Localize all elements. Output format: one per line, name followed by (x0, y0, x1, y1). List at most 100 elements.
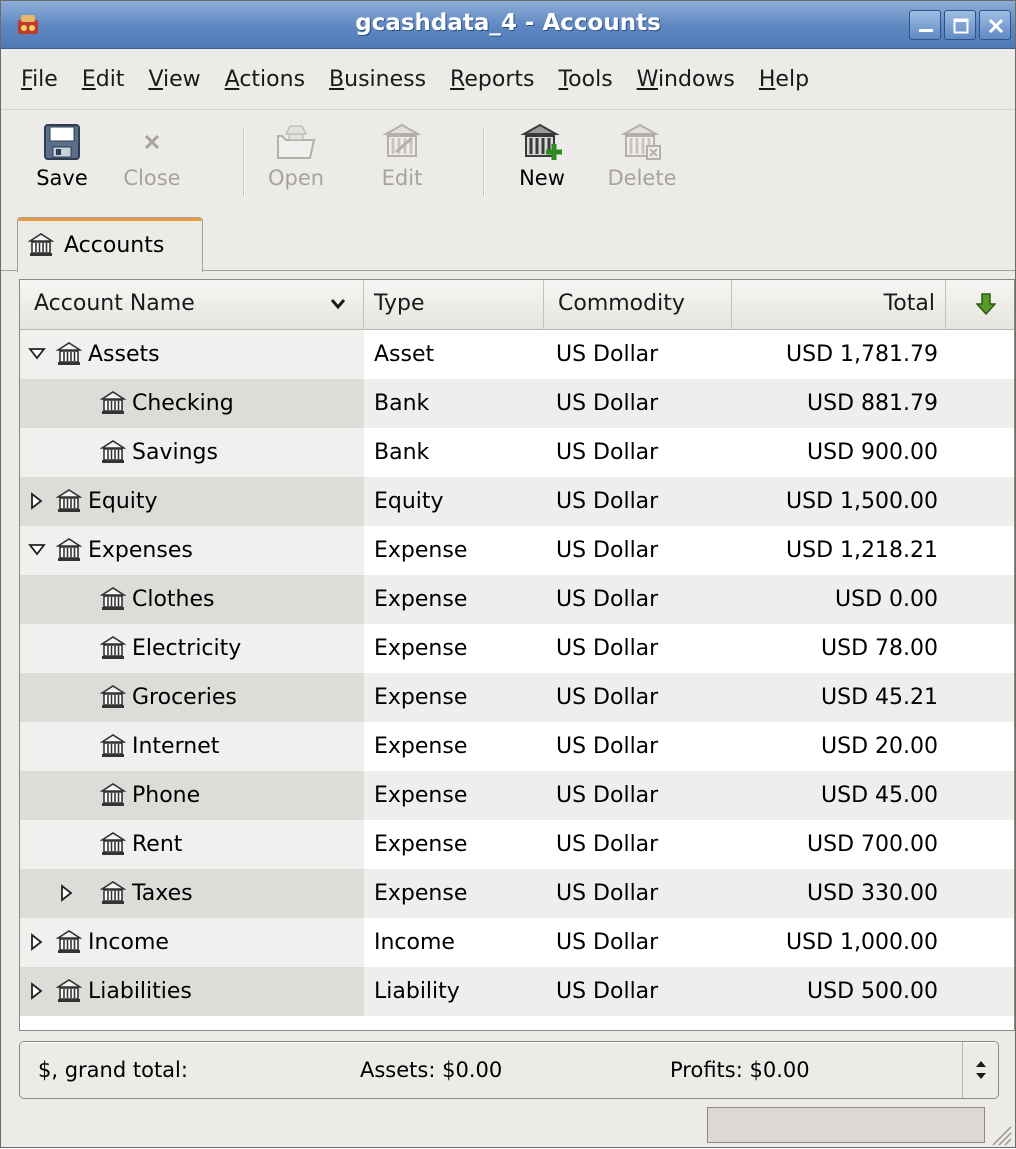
bank-icon (100, 881, 126, 904)
resize-grip-icon[interactable] (987, 1121, 1013, 1147)
column-header-type[interactable]: Type (364, 280, 544, 330)
delete-button[interactable]: Delete (597, 118, 687, 206)
column-total-label: Total (883, 291, 935, 316)
column-chooser-button[interactable] (946, 280, 1014, 330)
table-row[interactable]: Rent Expense US Dollar USD 700.00 (20, 820, 1014, 869)
account-name: Phone (132, 783, 201, 808)
collapsed-triangle-icon[interactable] (28, 981, 46, 1001)
floppy-disk-icon (44, 124, 80, 160)
menu-file[interactable]: File (9, 67, 70, 92)
close-button[interactable]: Close (107, 118, 197, 206)
menu-reports[interactable]: Reports (438, 67, 546, 92)
collapsed-triangle-icon[interactable] (28, 491, 46, 511)
account-name-cell[interactable]: Assets (20, 330, 364, 379)
menu-actions-label: ctions (239, 66, 306, 92)
bank-icon (56, 930, 82, 953)
account-tree[interactable]: Account Name Type Commodity Total Assets… (19, 279, 1015, 1031)
edit-button[interactable]: Edit (357, 118, 447, 206)
menu-edit[interactable]: Edit (70, 67, 137, 92)
close-window-button[interactable] (979, 10, 1011, 40)
table-row[interactable]: Expenses Expense US Dollar USD 1,218.21 (20, 526, 1014, 575)
account-type: Expense (374, 587, 468, 612)
summary-combo-button[interactable] (962, 1042, 998, 1098)
menu-windows[interactable]: Windows (625, 67, 747, 92)
minimize-button[interactable] (909, 10, 941, 40)
column-header-account-name[interactable]: Account Name (20, 280, 364, 330)
table-row[interactable]: Equity Equity US Dollar USD 1,500.00 (20, 477, 1014, 526)
account-name-cell[interactable]: Expenses (20, 526, 364, 575)
account-name-cell[interactable]: Phone (20, 771, 364, 820)
bank-icon (56, 489, 82, 512)
account-name: Checking (132, 391, 234, 416)
account-commodity: US Dollar (556, 734, 659, 759)
new-button[interactable]: New (497, 118, 587, 206)
title-bar[interactable]: gcashdata_4 - Accounts (1, 1, 1015, 49)
account-name: Clothes (132, 587, 215, 612)
menu-edit-label: dit (95, 66, 125, 92)
save-button[interactable]: Save (17, 118, 107, 206)
account-total: USD 330.00 (807, 881, 938, 906)
account-name-cell[interactable]: Rent (20, 820, 364, 869)
open-account-icon (277, 125, 316, 159)
menu-actions[interactable]: Actions (213, 67, 317, 92)
menu-view-label: iew (163, 66, 201, 92)
menu-edit-mnemonic: E (81, 66, 96, 92)
account-name-cell[interactable]: Checking (20, 379, 364, 428)
table-row[interactable]: Electricity Expense US Dollar USD 78.00 (20, 624, 1014, 673)
account-type: Expense (374, 685, 468, 710)
account-name-cell[interactable]: Internet (20, 722, 364, 771)
menu-business[interactable]: Business (317, 67, 438, 92)
table-row[interactable]: Internet Expense US Dollar USD 20.00 (20, 722, 1014, 771)
bank-icon (100, 685, 126, 708)
account-name-cell[interactable]: Equity (20, 477, 364, 526)
collapsed-triangle-icon[interactable] (58, 883, 76, 903)
account-name-cell[interactable]: Electricity (20, 624, 364, 673)
account-name: Savings (132, 440, 218, 465)
gnucash-window: gcashdata_4 - Accounts File Edit View Ac… (0, 0, 1016, 1148)
expanded-triangle-icon[interactable] (28, 540, 46, 560)
table-row[interactable]: Income Income US Dollar USD 1,000.00 (20, 918, 1014, 967)
menu-tools-label: ools (568, 66, 613, 92)
expanded-triangle-icon[interactable] (28, 344, 46, 364)
table-row[interactable]: Checking Bank US Dollar USD 881.79 (20, 379, 1014, 428)
account-name-cell[interactable]: Taxes (20, 869, 364, 918)
table-row[interactable]: Phone Expense US Dollar USD 45.00 (20, 771, 1014, 820)
menu-tools[interactable]: Tools (546, 67, 624, 92)
account-type: Expense (374, 636, 468, 661)
menu-help[interactable]: Help (747, 67, 821, 92)
account-type: Expense (374, 832, 468, 857)
menu-help-mnemonic: H (758, 66, 776, 92)
account-name-cell[interactable]: Income (20, 918, 364, 967)
account-name: Expenses (88, 538, 193, 563)
account-name-cell[interactable]: Groceries (20, 673, 364, 722)
account-type: Equity (374, 489, 444, 514)
menu-help-label: elp (775, 66, 810, 92)
column-header-total[interactable]: Total (732, 280, 946, 330)
table-row[interactable]: Savings Bank US Dollar USD 900.00 (20, 428, 1014, 477)
summary-bar[interactable]: $, grand total: Assets: $0.00 Profits: $… (19, 1041, 999, 1099)
account-commodity: US Dollar (556, 440, 659, 465)
bank-icon (56, 342, 82, 365)
table-row[interactable]: Clothes Expense US Dollar USD 0.00 (20, 575, 1014, 624)
tab-accounts[interactable]: Accounts (17, 217, 203, 272)
maximize-button[interactable] (944, 10, 976, 40)
menu-reports-mnemonic: R (450, 66, 465, 92)
table-row[interactable]: Groceries Expense US Dollar USD 45.21 (20, 673, 1014, 722)
collapsed-triangle-icon[interactable] (28, 932, 46, 952)
account-name-cell[interactable]: Clothes (20, 575, 364, 624)
bank-icon (100, 636, 126, 659)
bank-icon (100, 440, 126, 463)
menu-actions-mnemonic: A (224, 66, 240, 92)
bank-icon (28, 233, 54, 256)
account-total: USD 78.00 (821, 636, 938, 661)
table-row[interactable]: Taxes Expense US Dollar USD 330.00 (20, 869, 1014, 918)
table-row[interactable]: Assets Asset US Dollar USD 1,781.79 (20, 330, 1014, 379)
account-name-cell[interactable]: Liabilities (20, 967, 364, 1016)
column-header-commodity[interactable]: Commodity (544, 280, 732, 330)
menu-reports-label: eports (464, 66, 535, 92)
menu-view[interactable]: View (136, 67, 212, 92)
table-row[interactable]: Liabilities Liability US Dollar USD 500.00 (20, 967, 1014, 1016)
account-total: USD 20.00 (821, 734, 938, 759)
account-name-cell[interactable]: Savings (20, 428, 364, 477)
open-button[interactable]: Open (251, 118, 341, 206)
